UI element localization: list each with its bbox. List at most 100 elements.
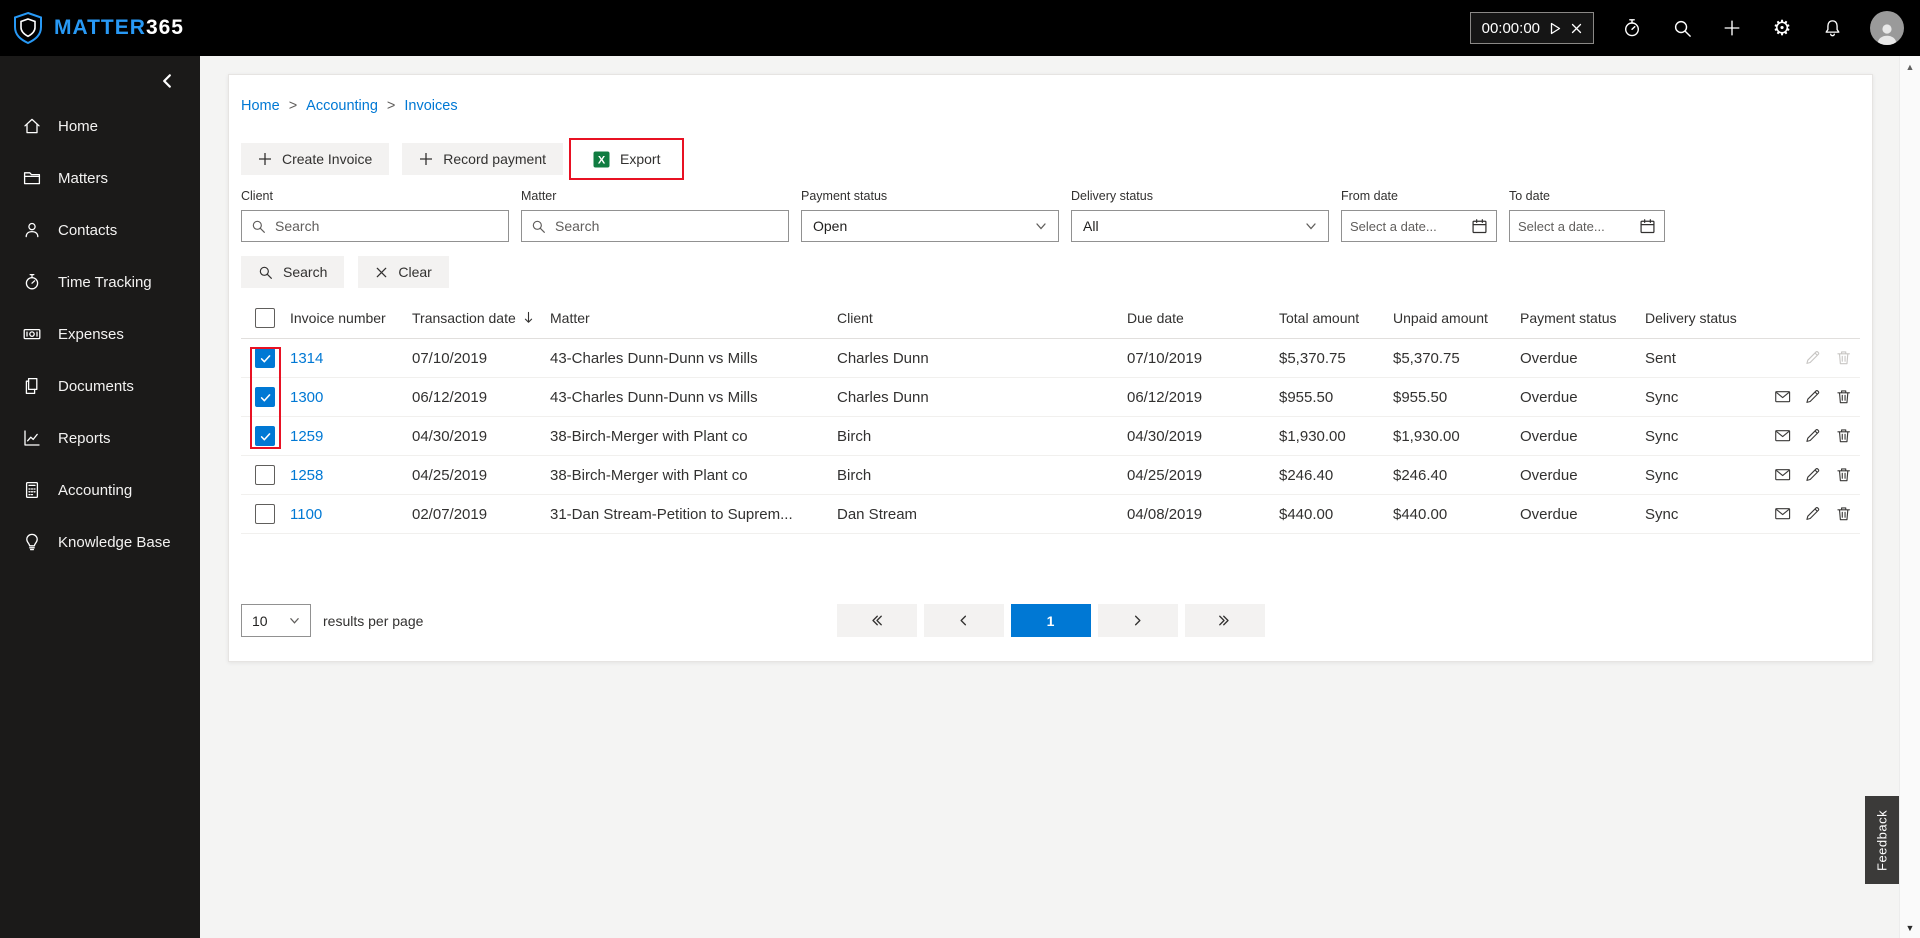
mail-icon[interactable] bbox=[1774, 427, 1791, 446]
column-header-matter[interactable]: Matter bbox=[550, 310, 837, 326]
brand-logo[interactable]: MATTER365 bbox=[0, 11, 184, 45]
client-search-box[interactable] bbox=[241, 210, 509, 242]
delete-icon[interactable] bbox=[1835, 505, 1852, 524]
mail-icon[interactable] bbox=[1774, 466, 1791, 485]
search-button[interactable]: Search bbox=[241, 256, 345, 288]
search-icon[interactable] bbox=[1670, 16, 1694, 40]
mail-icon[interactable] bbox=[1774, 505, 1791, 524]
client-search-input[interactable] bbox=[275, 218, 499, 234]
record-payment-button[interactable]: Record payment bbox=[402, 143, 563, 175]
sidebar-item-matters[interactable]: Matters bbox=[0, 152, 200, 204]
sidebar-item-knowledge-base[interactable]: Knowledge Base bbox=[0, 516, 200, 568]
edit-icon[interactable] bbox=[1804, 427, 1821, 446]
calculator-icon bbox=[25, 481, 39, 499]
unpaid-amount-cell: $246.40 bbox=[1393, 466, 1448, 484]
clear-button[interactable]: Clear bbox=[358, 256, 449, 288]
sidebar-collapse-button[interactable] bbox=[158, 72, 178, 92]
delivery-status-select[interactable]: All bbox=[1071, 210, 1329, 242]
to-date-input[interactable] bbox=[1518, 218, 1633, 234]
delete-icon[interactable] bbox=[1835, 427, 1852, 446]
sidebar-item-reports[interactable]: Reports bbox=[0, 412, 200, 464]
row-checkbox[interactable] bbox=[255, 387, 275, 407]
sidebar-item-label: Contacts bbox=[58, 221, 118, 239]
settings-gear-icon[interactable]: ⚙ bbox=[1770, 16, 1794, 40]
check-icon bbox=[260, 393, 270, 401]
edit-icon[interactable] bbox=[1804, 388, 1821, 407]
delete-icon[interactable] bbox=[1835, 349, 1852, 368]
column-header-unpaid-amount[interactable]: Unpaid amount bbox=[1393, 310, 1520, 326]
edit-icon[interactable] bbox=[1804, 505, 1821, 524]
previous-page-button[interactable] bbox=[923, 604, 1004, 637]
invoice-number-link[interactable]: 1258 bbox=[290, 467, 412, 484]
breadcrumb-invoices-link[interactable]: Invoices bbox=[404, 97, 457, 115]
edit-icon[interactable] bbox=[1804, 349, 1821, 368]
next-page-button[interactable] bbox=[1097, 604, 1178, 637]
results-per-page-select[interactable]: 10 bbox=[241, 604, 311, 637]
sidebar-item-home[interactable]: Home bbox=[0, 100, 200, 152]
row-checkbox[interactable] bbox=[255, 465, 275, 485]
to-date-picker[interactable] bbox=[1509, 210, 1665, 242]
sidebar-item-accounting[interactable]: Accounting bbox=[0, 464, 200, 516]
payment-status-select[interactable]: Open bbox=[801, 210, 1059, 242]
sidebar-item-contacts[interactable]: Contacts bbox=[0, 204, 200, 256]
last-page-button[interactable] bbox=[1184, 604, 1265, 637]
vertical-scrollbar[interactable]: ▲ ▼ bbox=[1899, 56, 1920, 938]
column-header-payment-status[interactable]: Payment status bbox=[1520, 310, 1645, 326]
delete-icon[interactable] bbox=[1835, 388, 1852, 407]
scroll-up-arrow-icon[interactable]: ▲ bbox=[1900, 56, 1920, 77]
sidebar-item-time-tracking[interactable]: Time Tracking bbox=[0, 256, 200, 308]
column-header-delivery-status[interactable]: Delivery status bbox=[1645, 310, 1774, 326]
plus-icon bbox=[420, 153, 433, 165]
row-checkbox[interactable] bbox=[255, 426, 275, 446]
edit-icon[interactable] bbox=[1804, 466, 1821, 485]
mail-icon[interactable] bbox=[1774, 388, 1791, 407]
column-header-transaction-date[interactable]: Transaction date bbox=[412, 310, 550, 326]
select-all-checkbox[interactable] bbox=[255, 307, 275, 328]
column-header-total-amount[interactable]: Total amount bbox=[1279, 310, 1393, 326]
brand-name: MATTER365 bbox=[54, 16, 184, 39]
client-cell: Charles Dunn bbox=[837, 388, 929, 406]
invoice-number-link[interactable]: 1314 bbox=[290, 350, 412, 367]
row-checkbox[interactable] bbox=[255, 504, 275, 524]
row-actions bbox=[1774, 388, 1860, 407]
column-header-due-date[interactable]: Due date bbox=[1127, 310, 1279, 326]
timer-play-icon[interactable] bbox=[1550, 22, 1561, 35]
stopwatch-icon[interactable] bbox=[1620, 16, 1644, 40]
column-header-invoice-number[interactable]: Invoice number bbox=[290, 310, 412, 326]
table-row: 1100 02/07/2019 31-Dan Stream-Petition t… bbox=[241, 495, 1860, 534]
payment-status-cell: Overdue bbox=[1520, 388, 1578, 406]
sidebar-item-expenses[interactable]: Expenses bbox=[0, 308, 200, 360]
matter-search-input[interactable] bbox=[555, 218, 779, 234]
breadcrumb-accounting-link[interactable]: Accounting bbox=[306, 97, 378, 115]
sidebar-item-label: Knowledge Base bbox=[58, 533, 171, 551]
row-actions bbox=[1774, 427, 1860, 446]
column-header-client[interactable]: Client bbox=[837, 310, 1127, 326]
person-icon bbox=[25, 222, 39, 238]
delete-icon[interactable] bbox=[1835, 466, 1852, 485]
scroll-down-arrow-icon[interactable]: ▼ bbox=[1900, 917, 1920, 938]
from-date-input[interactable] bbox=[1350, 218, 1465, 234]
timer-close-icon[interactable] bbox=[1571, 23, 1582, 34]
page-1-button[interactable]: 1 bbox=[1010, 604, 1091, 637]
matter-search-box[interactable] bbox=[521, 210, 789, 242]
filter-label: Payment status bbox=[801, 189, 888, 203]
notifications-bell-icon[interactable] bbox=[1820, 16, 1844, 40]
from-date-picker[interactable] bbox=[1341, 210, 1497, 242]
feedback-tab[interactable]: Feedback bbox=[1865, 796, 1899, 884]
plus-icon bbox=[259, 153, 271, 165]
invoice-number-link[interactable]: 1100 bbox=[290, 506, 412, 523]
user-avatar[interactable] bbox=[1870, 11, 1904, 45]
delivery-status-cell: Sync bbox=[1645, 427, 1679, 445]
first-page-button[interactable] bbox=[836, 604, 917, 637]
create-invoice-button[interactable]: Create Invoice bbox=[241, 143, 390, 175]
invoice-number-link[interactable]: 1259 bbox=[290, 428, 412, 445]
export-button[interactable]: X Export bbox=[576, 143, 678, 175]
sidebar-item-documents[interactable]: Documents bbox=[0, 360, 200, 412]
add-icon[interactable] bbox=[1720, 16, 1744, 40]
breadcrumb-separator: > bbox=[288, 98, 298, 114]
breadcrumb-home-link[interactable]: Home bbox=[241, 97, 280, 115]
invoice-number-link[interactable]: 1300 bbox=[290, 389, 412, 406]
matter-cell: 38-Birch-Merger with Plant co bbox=[550, 466, 748, 484]
row-checkbox[interactable] bbox=[255, 348, 275, 368]
search-icon bbox=[532, 220, 545, 233]
